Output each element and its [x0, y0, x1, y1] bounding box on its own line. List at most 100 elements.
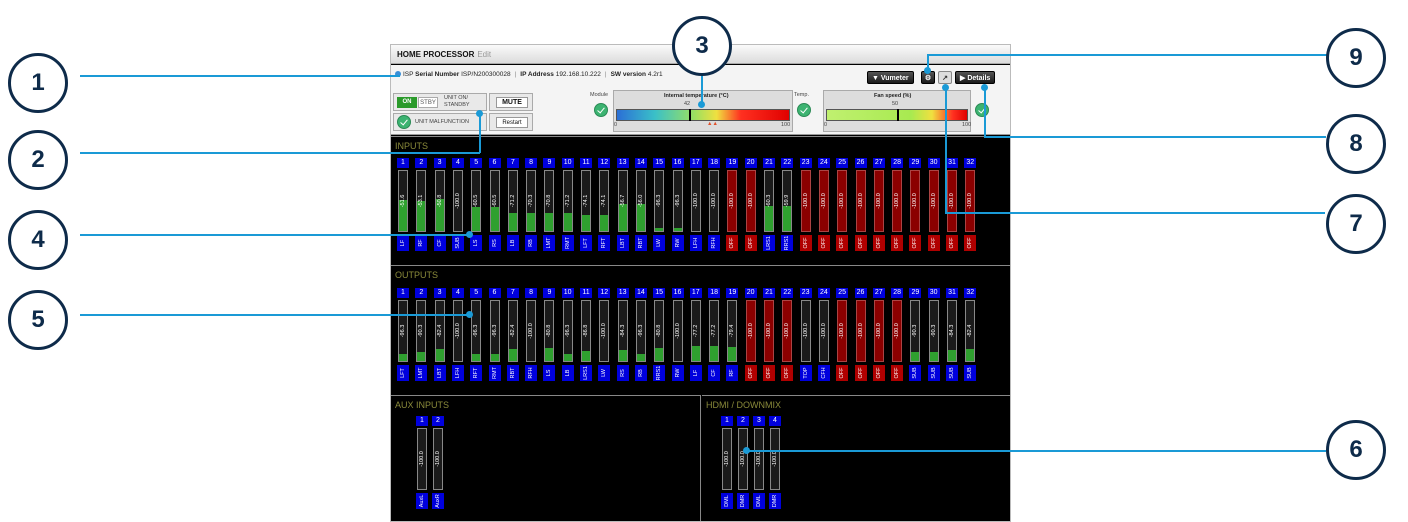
- channel-number: 23: [799, 158, 812, 168]
- inputs-channel[interactable]: 7 -71.2 LB: [506, 158, 519, 252]
- outputs-channel[interactable]: 22 -100.0 OFF: [781, 288, 794, 382]
- channel-label: LFH: [689, 235, 702, 251]
- inputs-channel[interactable]: 30 -100.0 OFF: [927, 158, 940, 252]
- inputs-channel[interactable]: 19 -100.0 OFF: [726, 158, 739, 252]
- aux-channel[interactable]: 2 -100.0 AuxR: [432, 416, 444, 510]
- inputs-channel[interactable]: 31 -100.0 OFF: [946, 158, 958, 252]
- outputs-channel[interactable]: 8 -100.0 RFH: [525, 288, 538, 382]
- details-button[interactable]: ▶ Details: [955, 71, 996, 84]
- outputs-channel[interactable]: 4 -100.0 LFH: [451, 288, 464, 382]
- warning-icon: ▲▲: [707, 121, 718, 127]
- inputs-channel[interactable]: 16 -96.3 RW: [671, 158, 684, 252]
- hdmi-channel[interactable]: 3 -100.0 DML: [753, 416, 765, 510]
- inputs-channel[interactable]: 17 -100.0 LFH: [689, 158, 702, 252]
- outputs-channel[interactable]: 10 -96.3 LB: [561, 288, 574, 382]
- outputs-channel[interactable]: 21 -100.0 OFF: [763, 288, 775, 382]
- outputs-channel[interactable]: 3 -82.4 LBT: [433, 288, 446, 382]
- outputs-channel[interactable]: 9 -80.8 LS: [543, 288, 556, 382]
- aux-channel[interactable]: 1 -100.0 AuxL: [416, 416, 428, 510]
- level-value: -100.0: [839, 193, 846, 209]
- level-value: -100.0: [802, 193, 809, 209]
- outputs-channel[interactable]: 1 -96.3 LFT: [397, 288, 409, 382]
- channel-number: 20: [744, 158, 757, 168]
- outputs-channel[interactable]: 24 -100.0 CFH: [817, 288, 830, 382]
- callout-9-dot: [924, 67, 931, 74]
- inputs-channel[interactable]: 2 -53.1 RF: [415, 158, 428, 252]
- channel-label: SUB: [451, 235, 464, 251]
- restart-box: Restart: [489, 113, 533, 131]
- outputs-channel[interactable]: 16 -100.0 RW: [671, 288, 684, 382]
- temperature-min: 0: [614, 122, 618, 128]
- inputs-channel[interactable]: 4 -100.0 SUB: [451, 158, 464, 252]
- outputs-channel[interactable]: 30 -90.3 SUB: [927, 288, 940, 382]
- outputs-channel[interactable]: 26 -100.0 OFF: [854, 288, 867, 382]
- inputs-channel[interactable]: 10 -71.2 RMT: [561, 158, 574, 252]
- channel-number: 10: [561, 158, 574, 168]
- inputs-channel[interactable]: 15 -96.3 LW: [653, 158, 666, 252]
- on-button[interactable]: ON: [397, 97, 417, 108]
- outputs-channel[interactable]: 28 -100.0 OFF: [891, 288, 904, 382]
- level-meter: -71.2: [507, 170, 518, 232]
- fan-panel: Fan speed (%) 50 0 100: [823, 90, 971, 132]
- outputs-channel[interactable]: 25 -100.0 OFF: [836, 288, 849, 382]
- channel-label: RB: [525, 235, 538, 251]
- outputs-channel[interactable]: 29 -90.3 SUB: [909, 288, 922, 382]
- temperature-gauge: [616, 109, 790, 121]
- inputs-channel[interactable]: 28 -100.0 OFF: [891, 158, 904, 252]
- standby-button[interactable]: STBY: [418, 97, 438, 108]
- inputs-channel[interactable]: 11 -74.1 LFT: [580, 158, 592, 252]
- inputs-channel[interactable]: 3 -50.8 CF: [433, 158, 446, 252]
- inputs-channel[interactable]: 6 -60.5 RS: [488, 158, 501, 252]
- outputs-channel[interactable]: 12 -100.0 LW: [598, 288, 611, 382]
- level-meter: -96.3: [654, 170, 665, 232]
- outputs-channel[interactable]: 2 -90.3 LMT: [415, 288, 428, 382]
- inputs-channel[interactable]: 25 -100.0 OFF: [836, 158, 849, 252]
- inputs-channel[interactable]: 13 -56.7 LBT: [616, 158, 629, 252]
- inputs-channel[interactable]: 12 -74.1 RFT: [598, 158, 611, 252]
- inputs-channel[interactable]: 22 -59.9 RRS1: [781, 158, 794, 252]
- inputs-channel[interactable]: 9 -70.8 LMT: [543, 158, 556, 252]
- outputs-channel[interactable]: 11 -86.8 LRS1: [580, 288, 592, 382]
- hdmi-channel[interactable]: 4 -100.0 DMR: [769, 416, 781, 510]
- channel-number: 9: [543, 288, 556, 298]
- hdmi-channel[interactable]: 2 -100.0 DMR: [737, 416, 749, 510]
- level-value: -100.0: [729, 193, 736, 209]
- restart-button[interactable]: Restart: [496, 117, 528, 128]
- outputs-channel[interactable]: 13 -84.3 RS: [616, 288, 629, 382]
- mute-button[interactable]: MUTE: [496, 97, 528, 108]
- inputs-channel[interactable]: 14 -56.0 RBT: [634, 158, 647, 252]
- channel-label: OFF: [854, 365, 867, 381]
- outputs-channel[interactable]: 7 -82.4 RBT: [506, 288, 519, 382]
- hdmi-channel[interactable]: 1 -100.0 DML: [721, 416, 733, 510]
- inputs-channel[interactable]: 5 -60.5 LS: [470, 158, 483, 252]
- outputs-channel[interactable]: 27 -100.0 OFF: [872, 288, 885, 382]
- inputs-channel[interactable]: 29 -100.0 OFF: [909, 158, 922, 252]
- outputs-channel[interactable]: 5 -96.3 RFT: [470, 288, 483, 382]
- outputs-channel[interactable]: 31 -84.3 SUB: [946, 288, 958, 382]
- outputs-channel[interactable]: 19 -79.4 RF: [726, 288, 739, 382]
- inputs-channel[interactable]: 1 -51.6 LF: [397, 158, 409, 252]
- outputs-channel[interactable]: 23 -100.0 TOP: [799, 288, 812, 382]
- outputs-channel[interactable]: 17 -77.2 LF: [689, 288, 702, 382]
- inputs-channel[interactable]: 8 -70.3 RB: [525, 158, 538, 252]
- fan-min: 0: [824, 122, 828, 128]
- inputs-channel[interactable]: 24 -100.0 OFF: [817, 158, 830, 252]
- inputs-channel[interactable]: 32 -100.0 OFF: [964, 158, 977, 252]
- level-value: -100.0: [820, 323, 827, 339]
- graph-button[interactable]: ↗: [938, 71, 952, 84]
- vumeter-dropdown[interactable]: ▼ Vumeter: [867, 71, 914, 84]
- outputs-channel[interactable]: 32 -82.4 SUB: [964, 288, 977, 382]
- inputs-channel[interactable]: 18 -100.0 RFH: [708, 158, 721, 252]
- outputs-channel[interactable]: 14 -96.3 RB: [634, 288, 647, 382]
- inputs-channel[interactable]: 23 -100.0 OFF: [799, 158, 812, 252]
- edit-link[interactable]: Edit: [477, 50, 491, 59]
- inputs-channel[interactable]: 27 -100.0 OFF: [872, 158, 885, 252]
- outputs-channel[interactable]: 18 -77.2 CF: [708, 288, 721, 382]
- level-fill: [710, 346, 719, 361]
- inputs-channel[interactable]: 20 -100.0 OFF: [744, 158, 757, 252]
- outputs-channel[interactable]: 6 -96.3 RMT: [488, 288, 501, 382]
- inputs-channel[interactable]: 26 -100.0 OFF: [854, 158, 867, 252]
- outputs-channel[interactable]: 20 -100.0 OFF: [744, 288, 757, 382]
- inputs-channel[interactable]: 21 -60.3 LRS1: [763, 158, 775, 252]
- outputs-channel[interactable]: 15 -80.8 RRS1: [653, 288, 666, 382]
